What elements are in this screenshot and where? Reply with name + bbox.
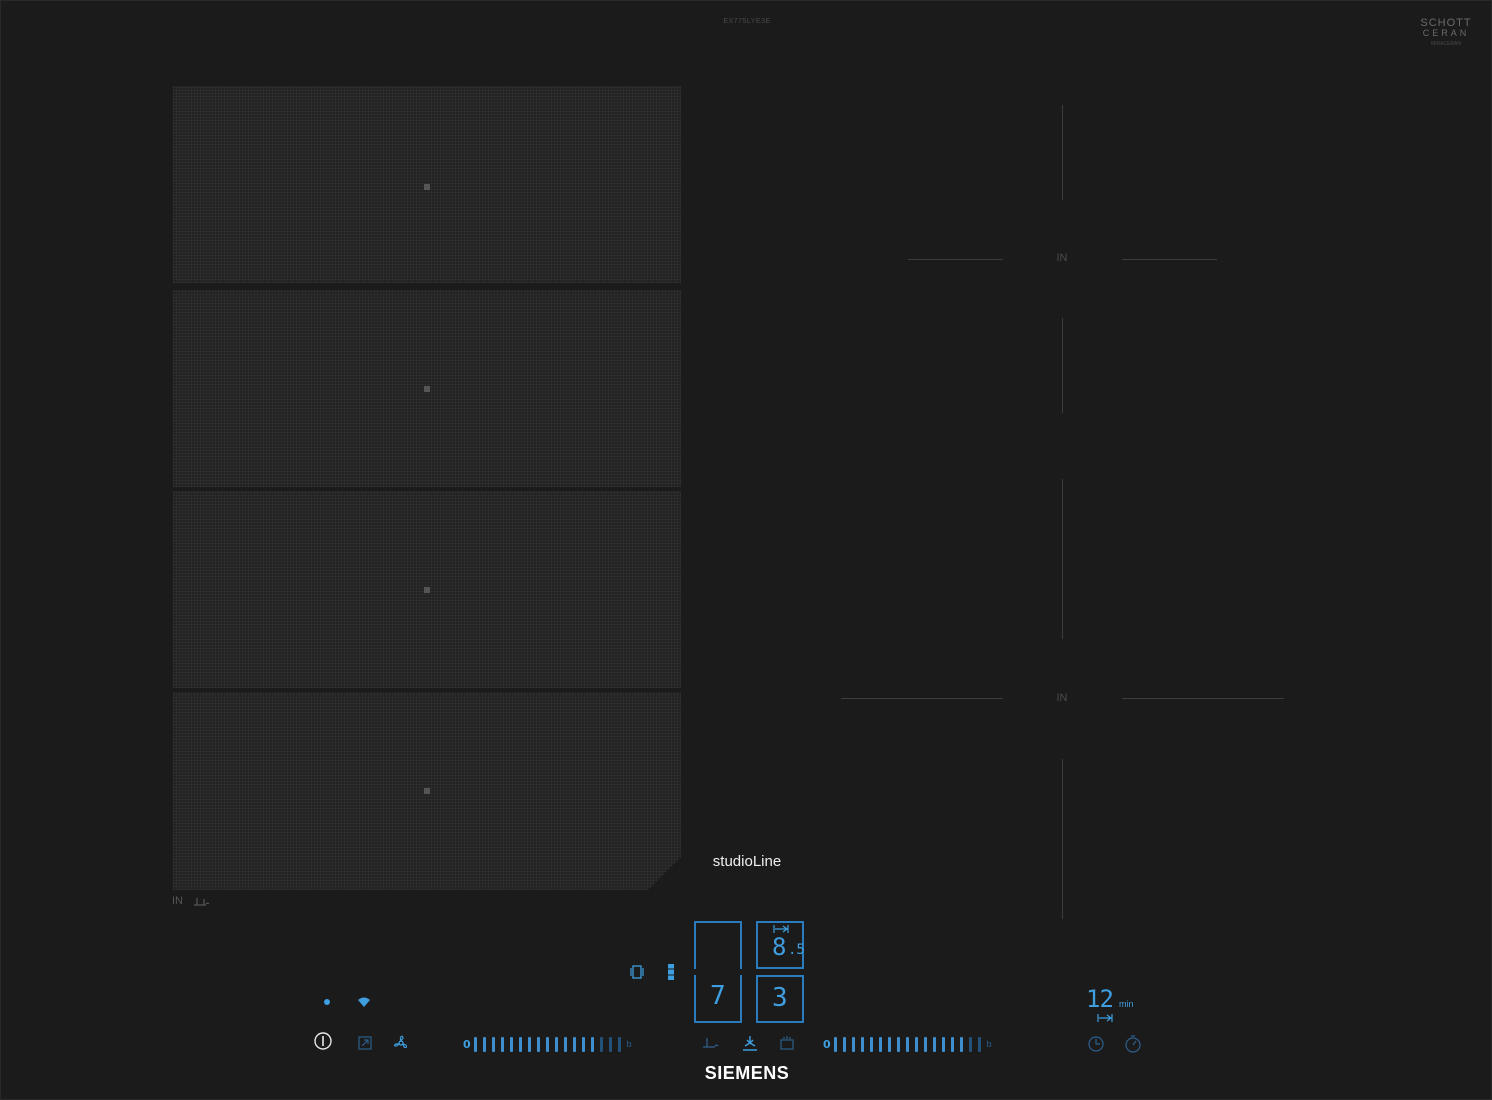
zone-guide-line	[841, 698, 1003, 699]
slider-step[interactable]	[617, 1036, 621, 1052]
brand-logo: SIEMENS	[704, 1063, 790, 1083]
power-slider-right[interactable]: 0 b	[823, 1035, 992, 1053]
slider-step[interactable]	[500, 1036, 504, 1052]
slider-step[interactable]	[833, 1036, 837, 1052]
power-level-digit: 3	[772, 983, 788, 1013]
zone-center-mark	[424, 587, 430, 593]
induction-mark: IN	[1056, 692, 1068, 704]
slider-step[interactable]	[860, 1036, 864, 1052]
slider-ticks	[833, 1036, 987, 1052]
keep-warm-icon[interactable]	[779, 1035, 795, 1051]
slider-step[interactable]	[599, 1036, 603, 1052]
zone-guide-line	[1122, 698, 1284, 699]
flex-mode-icon[interactable]	[630, 964, 644, 980]
slider-step[interactable]	[941, 1036, 945, 1052]
slider-step[interactable]	[545, 1036, 549, 1052]
power-level-digit: 8	[772, 933, 787, 961]
slider-start-label: 0	[823, 1037, 831, 1051]
slider-end-label: b	[986, 1039, 992, 1049]
zone-guide-line	[1062, 759, 1063, 919]
slider-step[interactable]	[923, 1036, 927, 1052]
zone-display-top-right: 8 .5	[756, 921, 805, 969]
model-code: EX775LYE3E	[723, 18, 771, 25]
slider-step[interactable]	[527, 1036, 531, 1052]
zone-guide-line	[1062, 105, 1063, 200]
slider-step[interactable]	[950, 1036, 954, 1052]
zone-display-bottom-right: 3	[756, 975, 804, 1023]
slider-step[interactable]	[581, 1036, 585, 1052]
slider-step[interactable]	[473, 1036, 477, 1052]
series-name: studioLine	[712, 853, 782, 870]
slider-step[interactable]	[977, 1036, 981, 1052]
slider-step[interactable]	[851, 1036, 855, 1052]
slider-step[interactable]	[572, 1036, 576, 1052]
zone-center-mark	[424, 386, 430, 392]
slider-step[interactable]	[878, 1036, 882, 1052]
slider-step[interactable]	[842, 1036, 846, 1052]
power-level-digit: 7	[710, 981, 726, 1011]
pan-sensor-icon	[194, 898, 210, 906]
slider-step[interactable]	[905, 1036, 909, 1052]
zone-guide-line	[1062, 318, 1063, 413]
zone-center-mark	[424, 184, 430, 190]
stopwatch-icon[interactable]	[1124, 1035, 1142, 1053]
flex-zone-segment-4	[173, 692, 681, 890]
move-mode-icon[interactable]	[665, 963, 677, 981]
wifi-icon[interactable]	[357, 996, 371, 1008]
slider-step[interactable]	[968, 1036, 972, 1052]
glass-line: CERAN	[1422, 28, 1470, 38]
slider-step[interactable]	[482, 1036, 486, 1052]
flex-zone-segment-3	[173, 491, 681, 688]
zone-guide-line	[1062, 479, 1063, 639]
hood-link-icon[interactable]	[357, 1035, 373, 1051]
fan-icon[interactable]	[392, 1034, 410, 1052]
pan-sensor-icon[interactable]	[701, 1035, 719, 1051]
slider-step[interactable]	[518, 1036, 522, 1052]
slider-step[interactable]	[887, 1036, 891, 1052]
flex-induction-zone	[173, 86, 681, 890]
zone-guide-line	[908, 259, 1003, 260]
flex-zone-segment-1	[173, 86, 681, 283]
slider-ticks	[473, 1036, 627, 1052]
slider-step[interactable]	[536, 1036, 540, 1052]
power-slider-left[interactable]: 0 b	[463, 1035, 632, 1053]
power-icon[interactable]	[313, 1031, 333, 1051]
cooktop-glass: EX775LYE3E SCHOTT CERAN MIRACERAN IN IN …	[0, 0, 1492, 1100]
slider-step[interactable]	[590, 1036, 594, 1052]
zone-display-bottom-left: 7	[694, 975, 742, 1023]
slider-end-label: b	[626, 1039, 632, 1049]
slider-step[interactable]	[932, 1036, 936, 1052]
slider-step[interactable]	[959, 1036, 963, 1052]
frying-sensor-icon[interactable]	[741, 1034, 759, 1052]
induction-mark: IN	[172, 895, 183, 907]
slider-start-label: 0	[463, 1037, 471, 1051]
glass-sub: MIRACERAN	[1430, 41, 1461, 47]
timer-unit: min	[1119, 999, 1134, 1009]
slider-step[interactable]	[914, 1036, 918, 1052]
zone-guide-line	[1122, 259, 1217, 260]
slider-step[interactable]	[491, 1036, 495, 1052]
slider-step[interactable]	[896, 1036, 900, 1052]
slider-step[interactable]	[563, 1036, 567, 1052]
slider-step[interactable]	[554, 1036, 558, 1052]
glass-brand-logo: SCHOTT CERAN MIRACERAN	[1406, 18, 1486, 47]
power-level-decimal: .5	[788, 942, 805, 958]
flex-zone-segment-2	[173, 290, 681, 487]
slider-step[interactable]	[869, 1036, 873, 1052]
slider-step[interactable]	[509, 1036, 513, 1052]
status-dot-icon	[324, 999, 330, 1005]
zone-display-top-left	[694, 921, 742, 969]
timer-icon[interactable]	[1087, 1035, 1105, 1053]
zone-center-mark	[424, 788, 430, 794]
timer-arrow-icon	[1097, 1014, 1113, 1022]
slider-step[interactable]	[608, 1036, 612, 1052]
timer-value: 12	[1086, 985, 1114, 1013]
induction-mark: IN	[1056, 252, 1068, 264]
